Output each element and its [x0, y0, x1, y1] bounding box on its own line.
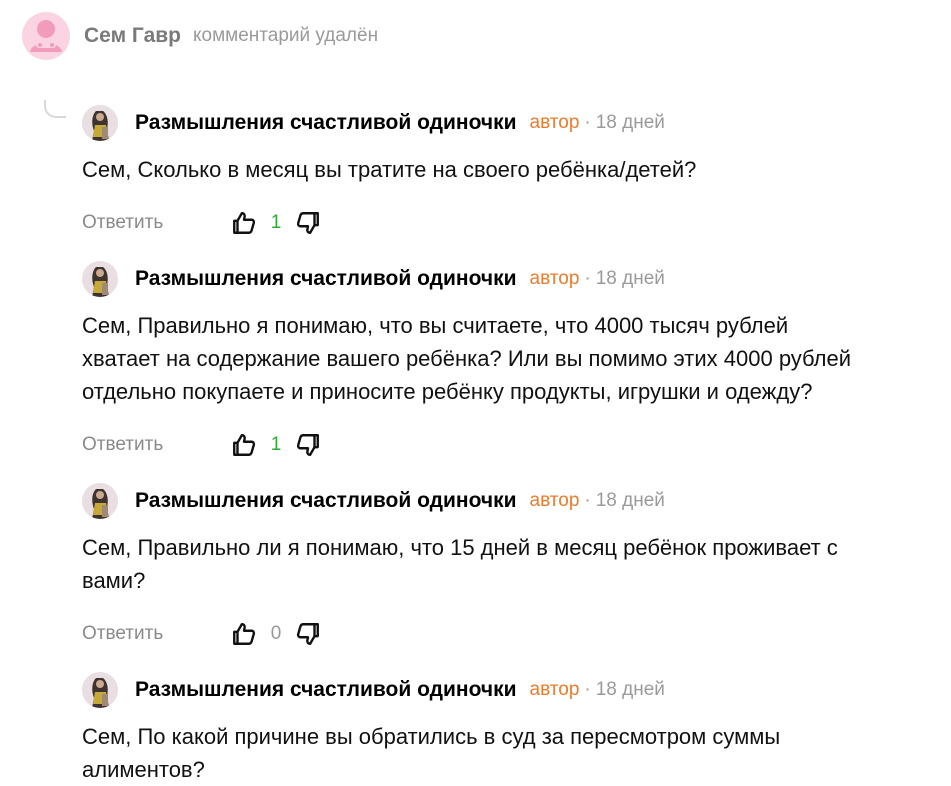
reply-button[interactable]: Ответить [82, 212, 230, 234]
comment-text-line: Сем, Сколько в месяц вы тратите на своег… [82, 157, 697, 182]
separator-dot: · [584, 490, 591, 511]
thumbs-up-icon[interactable] [230, 209, 258, 237]
like-count: 1 [270, 434, 282, 455]
author-photo-icon [82, 105, 118, 141]
thumbs-down-icon[interactable] [294, 620, 322, 648]
comment-time: 18 дней [595, 490, 665, 511]
comment-text: Сем, Правильно я понимаю, что вы считает… [82, 309, 932, 408]
reply-comment: Размышления счастливой одиночки автор · … [82, 105, 932, 238]
comment-header: Размышления счастливой одиночки автор · … [82, 672, 932, 708]
thumbs-down-icon[interactable] [294, 431, 322, 459]
author-badge: автор [529, 490, 580, 511]
avatar[interactable] [82, 105, 118, 141]
thumbs-up-icon[interactable] [230, 620, 258, 648]
comment-author[interactable]: Сем Гавр [84, 24, 181, 48]
separator-dot: · [584, 112, 591, 133]
comment-text: Сем, Сколько в месяц вы тратите на своег… [82, 153, 932, 186]
comment-author[interactable]: Размышления счастливой одиночки [135, 489, 517, 513]
comment-time: 18 дней [595, 268, 665, 289]
comment-text-line: алиментов? [82, 757, 205, 782]
comment-actions: Ответить 1 [82, 208, 932, 238]
avatar[interactable] [82, 672, 118, 708]
comment-text-line: вами? [82, 568, 146, 593]
root-comment: Сем Гавр комментарий удалён [22, 12, 378, 60]
separator-dot: · [584, 679, 591, 700]
author-photo-icon [82, 261, 118, 297]
author-badge: автор [529, 268, 580, 289]
author-badge: автор [529, 679, 580, 700]
author-badge: автор [529, 112, 580, 133]
reply-comment: Размышления счастливой одиночки автор · … [82, 672, 932, 786]
comment-text: Сем, Правильно ли я понимаю, что 15 дней… [82, 531, 932, 597]
comment-text-line: Сем, Правильно ли я понимаю, что 15 дней… [82, 535, 838, 560]
comment-header: Размышления счастливой одиночки автор · … [82, 105, 932, 141]
comment-text-line: отдельно покупаете и приносите ребёнку п… [82, 379, 813, 404]
avatar[interactable] [82, 261, 118, 297]
comment-text: Сем, По какой причине вы обратились в су… [82, 720, 932, 786]
reply-button[interactable]: Ответить [82, 623, 230, 645]
comment-text-line: Сем, Правильно я понимаю, что вы считает… [82, 313, 789, 338]
comment-author[interactable]: Размышления счастливой одиночки [135, 267, 517, 291]
comment-author[interactable]: Размышления счастливой одиночки [135, 111, 517, 135]
author-photo-icon [82, 672, 118, 708]
comment-time: 18 дней [595, 112, 665, 133]
deleted-status: комментарий удалён [192, 25, 379, 46]
avatar[interactable] [82, 483, 118, 519]
like-count: 1 [270, 212, 282, 233]
author-photo-icon [82, 483, 118, 519]
avatar[interactable] [22, 12, 70, 60]
reply-button[interactable]: Ответить [82, 434, 230, 456]
comment-text-line: Сем, По какой причине вы обратились в су… [82, 724, 781, 749]
placeholder-avatar-icon [30, 20, 62, 52]
comment-text-line: хватает на содержание вашего ребёнка? Ил… [82, 346, 852, 371]
like-count: 0 [270, 623, 282, 644]
reply-comment: Размышления счастливой одиночки автор · … [82, 483, 932, 649]
comment-header: Размышления счастливой одиночки автор · … [82, 483, 932, 519]
comment-time: 18 дней [595, 679, 665, 700]
comment-header: Размышления счастливой одиночки автор · … [82, 261, 932, 297]
comment-actions: Ответить 0 [82, 619, 932, 649]
reply-comment: Размышления счастливой одиночки автор · … [82, 261, 932, 460]
reply-thread-icon [44, 100, 66, 118]
comment-actions: Ответить 1 [82, 430, 932, 460]
thumbs-down-icon[interactable] [294, 209, 322, 237]
thumbs-up-icon[interactable] [230, 431, 258, 459]
comment-author[interactable]: Размышления счастливой одиночки [135, 678, 517, 702]
separator-dot: · [584, 268, 591, 289]
